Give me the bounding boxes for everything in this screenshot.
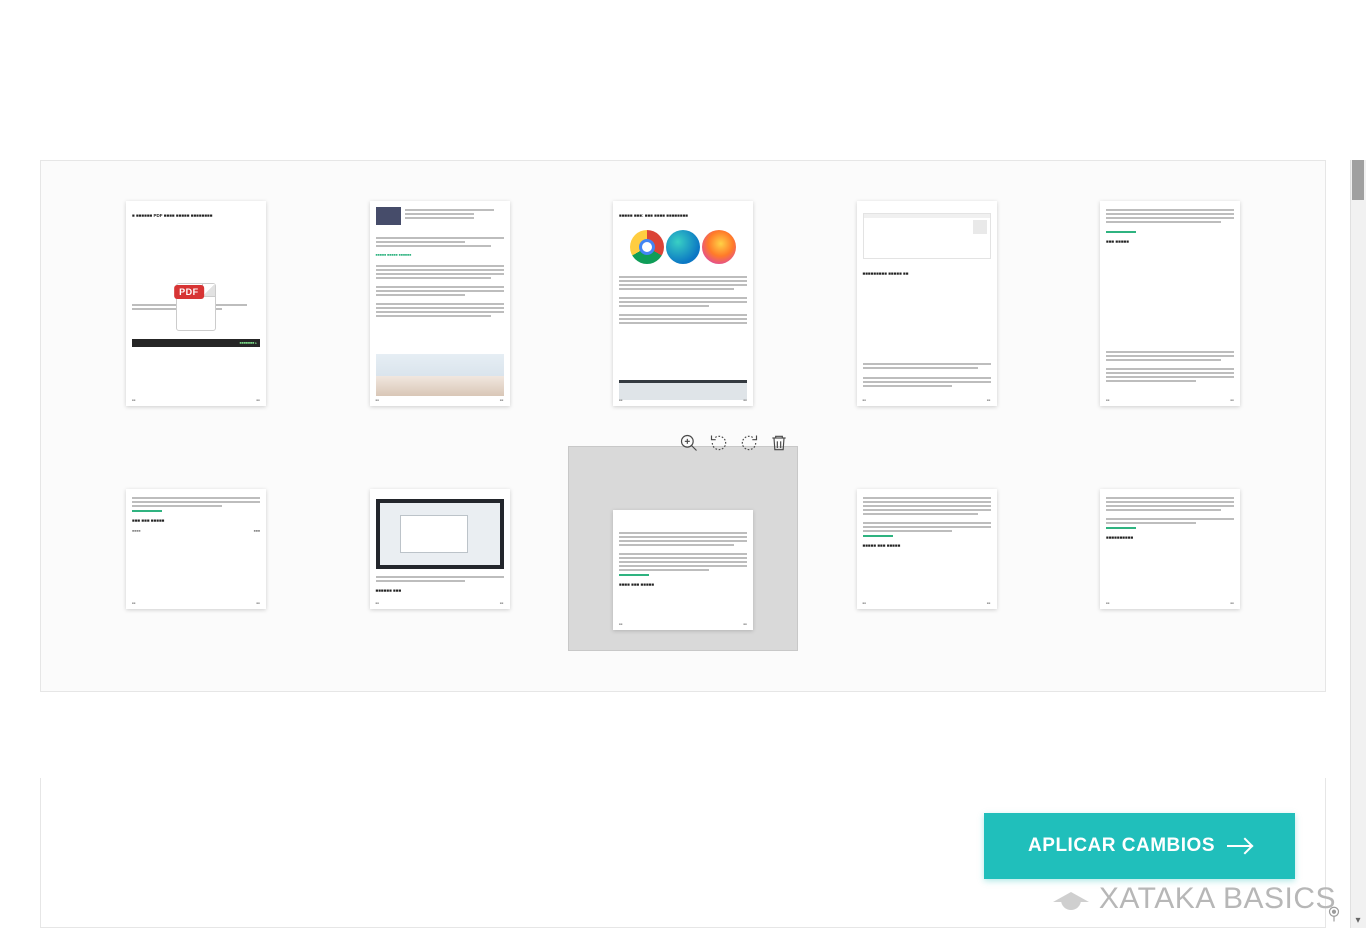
edge-icon: [666, 230, 700, 264]
page-thumbnail-3[interactable]: ■■■■■ ■■■: ■■■ ■■■■ ■■■■■■■■ ■■■■: [568, 201, 798, 406]
thumbnail-toolbar: [674, 432, 794, 454]
rotate-ccw-icon[interactable]: [708, 432, 730, 454]
location-pin-icon[interactable]: [1324, 904, 1344, 924]
apply-changes-button[interactable]: APLICAR CAMBIOS: [984, 813, 1295, 879]
page-thumbnail-2[interactable]: ■■■■■ ■■■■■ ■■■■■■ ■■■■: [325, 201, 555, 406]
scroll-down-icon[interactable]: ▾: [1350, 912, 1366, 928]
apply-changes-label: APLICAR CAMBIOS: [1028, 835, 1215, 857]
page-thumbnail-7[interactable]: ■■■■■■ ■■■ ■■■■: [325, 446, 555, 651]
scrollbar[interactable]: ▾: [1350, 160, 1366, 928]
page-thumbnail-6[interactable]: ■■■ ■■■ ■■■■■ ■■■■■■■ ■■■■: [81, 446, 311, 651]
footer-bar: APLICAR CAMBIOS: [40, 778, 1326, 928]
firefox-icon: [702, 230, 736, 264]
zoom-in-icon[interactable]: [678, 432, 700, 454]
rotate-cw-icon[interactable]: [738, 432, 760, 454]
page-thumbnail-4[interactable]: ■■■■■■■■■ ■■■■■ ■■ ■■■■: [812, 201, 1042, 406]
thumbnail-row: ■■■ ■■■ ■■■■■ ■■■■■■■ ■■■■ ■■■■■■ ■■■ ■■…: [81, 446, 1285, 651]
page-thumbnail-9[interactable]: ■■■■■ ■■■ ■■■■■ ■■■■: [812, 446, 1042, 651]
arrow-right-icon: [1227, 839, 1251, 853]
page-thumbnail-8[interactable]: ■■■■ ■■■ ■■■■■ ■■■■: [568, 446, 798, 651]
page-thumbnail-10[interactable]: ■■■■■■■■■■ ■■■■: [1055, 446, 1285, 651]
page-thumbnail-5[interactable]: ■■■ ■■■■■ ■■■■: [1055, 201, 1285, 406]
chrome-icon: [630, 230, 664, 264]
page-thumbnail-1[interactable]: ■ ■■■■■■ PDF ■■■■ ■■■■■ ■■■■■■■■ PDF ■■■…: [81, 201, 311, 406]
page-thumbnail-grid: ■ ■■■■■■ PDF ■■■■ ■■■■■ ■■■■■■■■ PDF ■■■…: [40, 160, 1326, 692]
thumbnail-row: ■ ■■■■■■ PDF ■■■■ ■■■■■ ■■■■■■■■ PDF ■■■…: [81, 201, 1285, 406]
browser-icons: [619, 230, 747, 264]
pdf-badge-label: PDF: [174, 285, 204, 299]
scrollbar-thumb[interactable]: [1352, 160, 1364, 200]
delete-icon[interactable]: [768, 432, 790, 454]
